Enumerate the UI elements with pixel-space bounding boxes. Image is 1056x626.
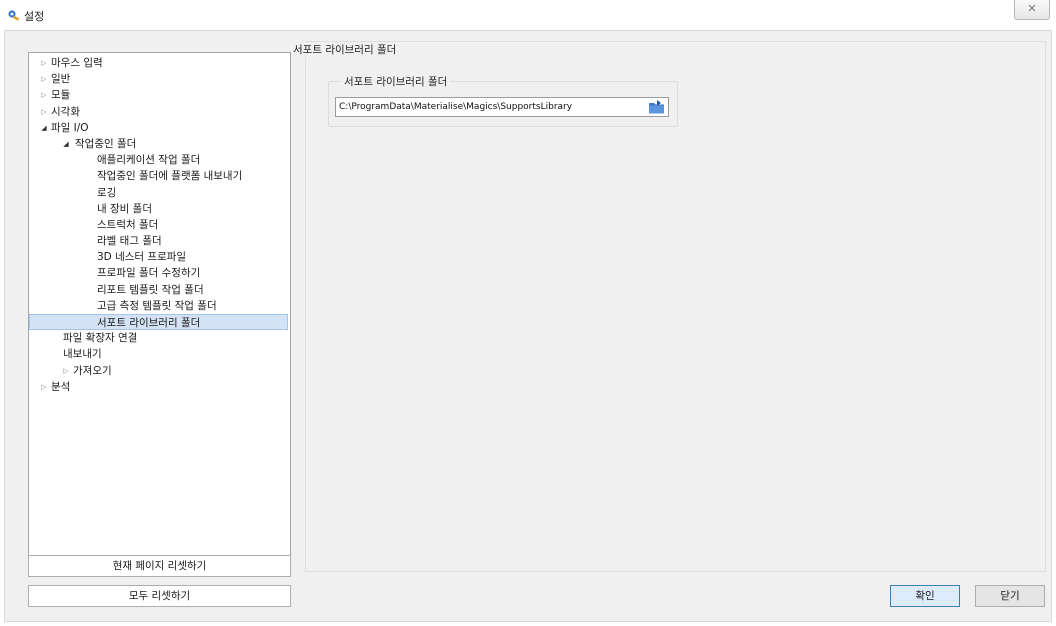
expand-arrow-icon[interactable]: ▷ — [61, 363, 71, 379]
reset-all-button[interactable]: 모두 리셋하기 — [28, 585, 291, 607]
tree-item-support-library-folder[interactable]: 서포트 라이브러리 폴더 — [29, 314, 288, 331]
tree-item-my-machines-folder[interactable]: 내 장비 폴더 — [29, 201, 290, 217]
tree-item-file-extension-association[interactable]: 파일 확장자 연결 — [29, 330, 290, 346]
settings-app-icon — [8, 10, 20, 21]
tree-item-label: 서포트 라이브러리 폴더 — [97, 317, 201, 329]
expand-arrow-icon[interactable]: ▷ — [39, 87, 49, 103]
tree-item-export-platform-to-working-folder[interactable]: 작업중인 폴더에 플랫폼 내보내기 — [29, 168, 290, 184]
tree-item-label: 고급 측정 템플릿 작업 폴더 — [97, 299, 217, 312]
tree-item-label: 작업중인 폴더에 플랫폼 내보내기 — [97, 170, 243, 183]
tree-item-label: 프로파일 폴더 수정하기 — [97, 267, 201, 280]
tree-item-label: 로깅 — [97, 186, 117, 199]
tree-item-label: 애플리케이션 작업 폴더 — [97, 154, 201, 167]
tree-item-label: 내보내기 — [63, 348, 102, 361]
tree-item-import[interactable]: ▷ 가져오기 — [29, 363, 290, 379]
tree-item-advanced-measure-template-folder[interactable]: 고급 측정 템플릿 작업 폴더 — [29, 298, 290, 314]
tree-item-label: 라벨 태그 폴더 — [97, 235, 162, 248]
expand-arrow-icon[interactable]: ▷ — [39, 71, 49, 87]
tree-item-general[interactable]: ▷ 일반 — [29, 71, 290, 87]
tree-item-analysis[interactable]: ▷ 분석 — [29, 379, 290, 395]
tree-item-edit-profile-folder[interactable]: 프로파일 폴더 수정하기 — [29, 265, 290, 281]
tree-item-visualization[interactable]: ▷ 시각화 — [29, 104, 290, 120]
tree-item-modules[interactable]: ▷ 모듈 — [29, 87, 290, 103]
section-title: 서포트 라이브러리 폴더 — [291, 42, 399, 57]
tree-item-report-template-folder[interactable]: 리포트 템플릿 작업 폴더 — [29, 282, 290, 298]
title-bar: 설정 ✕ — [0, 0, 1056, 30]
tree-item-application-work-folder[interactable]: 애플리케이션 작업 폴더 — [29, 152, 290, 168]
reset-current-page-button[interactable]: 현재 페이지 리셋하기 — [28, 555, 291, 577]
close-icon: ✕ — [1027, 2, 1037, 15]
tree-item-export[interactable]: 내보내기 — [29, 346, 290, 362]
tree-item-mouse-input[interactable]: ▷ 마우스 입력 — [29, 55, 290, 71]
expand-arrow-icon[interactable]: ▷ — [39, 379, 49, 395]
tree-item-3d-nester-profile[interactable]: 3D 네스터 프로파일 — [29, 249, 290, 265]
tree-item-label: 리포트 템플릿 작업 폴더 — [97, 283, 204, 296]
browse-folder-icon[interactable] — [648, 99, 666, 115]
groupbox-title: 서포트 라이브러리 폴더 — [341, 74, 451, 89]
ok-button[interactable]: 확인 — [890, 585, 960, 607]
tree-item-label-tag-folder[interactable]: 라벨 태그 폴더 — [29, 233, 290, 249]
close-window-button[interactable]: ✕ — [1014, 0, 1050, 20]
tree-item-label: 일반 — [51, 73, 71, 86]
tree-item-label: 시각화 — [51, 105, 80, 118]
collapse-arrow-icon[interactable]: ◢ — [61, 136, 71, 152]
window-title: 설정 — [24, 10, 45, 23]
tree-item-label: 분석 — [51, 380, 71, 393]
settings-tree[interactable]: ▷ 마우스 입력 ▷ 일반 ▷ 모듈 ▷ 시각화 ◢ 파일 I/O ◢ 작업중인… — [28, 52, 291, 572]
expand-arrow-icon[interactable]: ▷ — [39, 104, 49, 120]
settings-dialog: ▷ 마우스 입력 ▷ 일반 ▷ 모듈 ▷ 시각화 ◢ 파일 I/O ◢ 작업중인… — [4, 30, 1052, 622]
expand-arrow-icon[interactable]: ▷ — [39, 55, 49, 71]
tree-item-label: 모듈 — [51, 89, 71, 102]
tree-item-label: 내 장비 폴더 — [97, 202, 152, 215]
tree-item-label: 파일 I/O — [51, 121, 89, 134]
tree-item-label: 3D 네스터 프로파일 — [97, 251, 187, 264]
tree-item-logging[interactable]: 로깅 — [29, 185, 290, 201]
tree-item-label: 마우스 입력 — [51, 57, 103, 69]
tree-item-label: 가져오기 — [73, 364, 112, 377]
tree-item-file-io[interactable]: ◢ 파일 I/O — [29, 120, 290, 136]
close-button[interactable]: 닫기 — [975, 585, 1045, 607]
tree-item-working-folders[interactable]: ◢ 작업중인 폴더 — [29, 136, 290, 152]
support-library-path-field[interactable]: C:\ProgramData\Materialise\Magics\Suppor… — [335, 97, 669, 117]
tree-item-label: 작업중인 폴더 — [75, 137, 137, 150]
collapse-arrow-icon[interactable]: ◢ — [39, 120, 49, 136]
tree-item-label: 파일 확장자 연결 — [63, 332, 138, 345]
tree-item-structures-folder[interactable]: 스트럭처 폴더 — [29, 217, 290, 233]
tree-item-label: 스트럭처 폴더 — [97, 218, 159, 231]
